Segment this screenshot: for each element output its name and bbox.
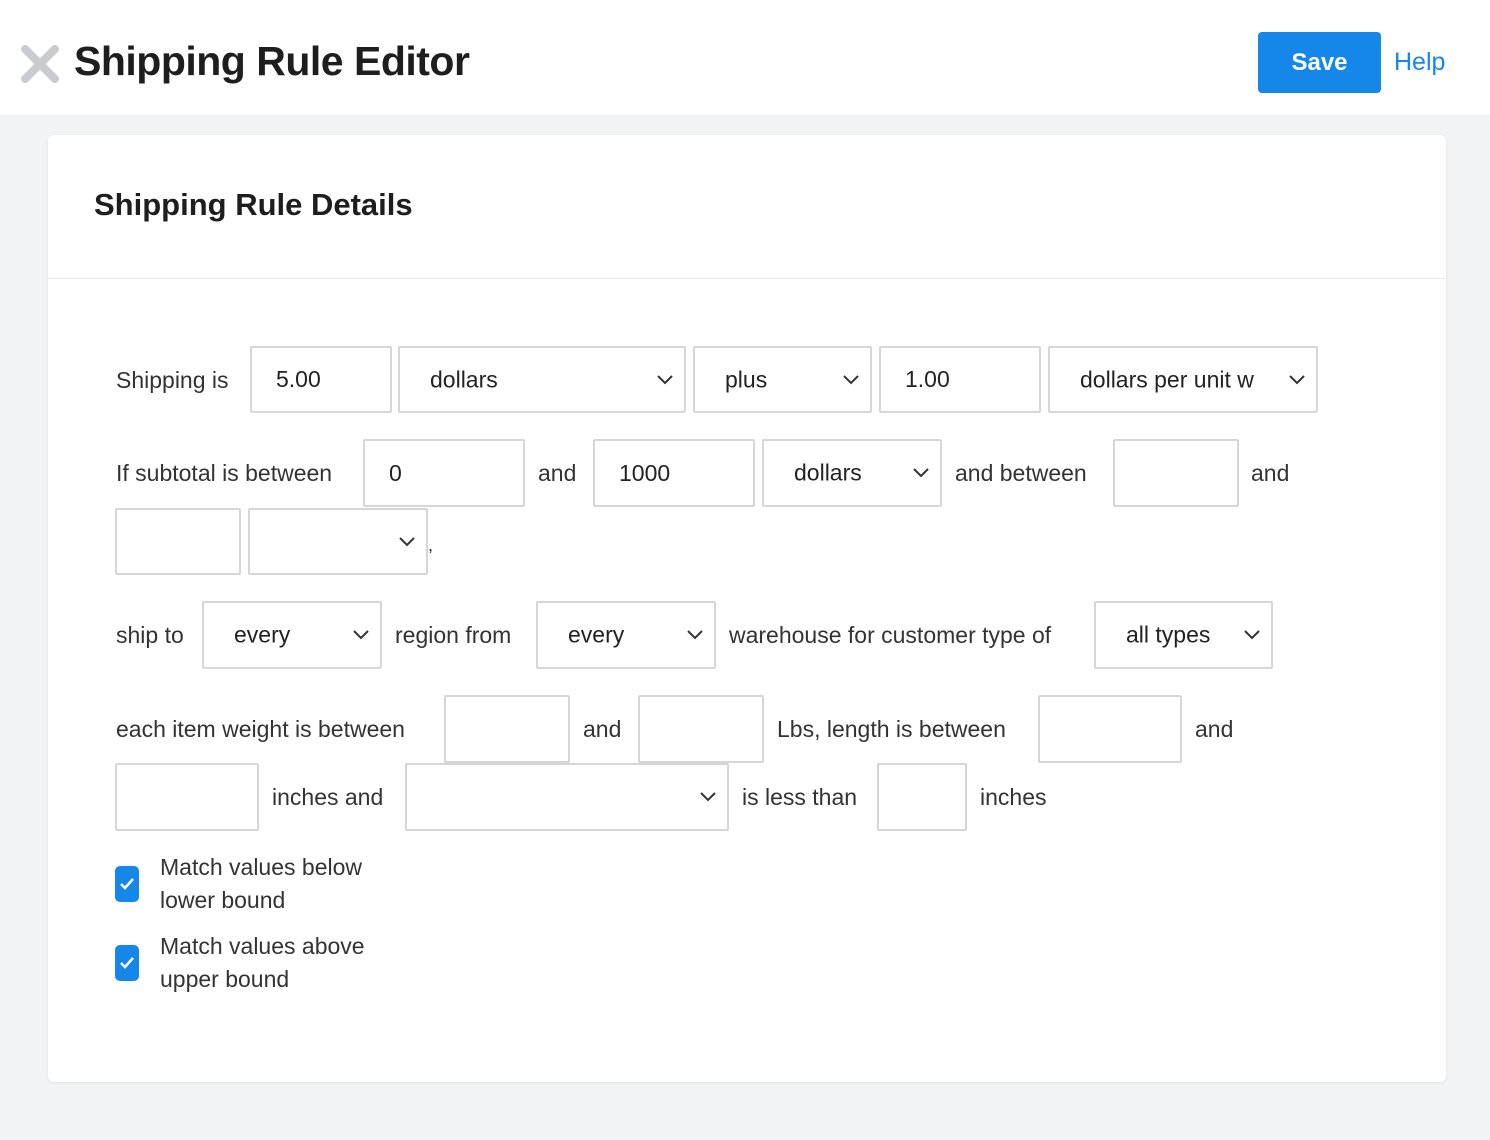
- region-value: every: [234, 621, 291, 648]
- weight-max-input[interactable]: [638, 695, 764, 763]
- length-min-input[interactable]: [1038, 695, 1182, 763]
- per-amount-input[interactable]: [879, 346, 1041, 413]
- per-unit-select[interactable]: dollars per unit w: [1048, 346, 1318, 413]
- region-from-label: region from: [395, 622, 512, 648]
- match-above-label: Match values above upper bound: [160, 933, 365, 992]
- chevron-down-icon: [843, 374, 859, 384]
- lbs-length-label: Lbs, length is between: [777, 716, 1006, 742]
- check-icon: [120, 957, 134, 969]
- subtotal-unit-value: dollars: [794, 459, 862, 486]
- ship-to-label: ship to: [116, 622, 184, 648]
- subtotal-unit-select[interactable]: dollars: [762, 439, 942, 507]
- chevron-down-icon: [700, 792, 716, 802]
- chevron-down-icon: [399, 536, 415, 546]
- per-unit-value: dollars per unit w: [1080, 366, 1254, 392]
- operator-select[interactable]: plus: [693, 346, 872, 413]
- base-amount-input[interactable]: [250, 346, 392, 413]
- warehouse-value: every: [568, 621, 625, 648]
- match-below-label: Match values below lower bound: [160, 854, 362, 913]
- length-max-input[interactable]: [115, 763, 259, 831]
- inches-and-label: inches and: [272, 784, 384, 810]
- header-bar: Shipping Rule Editor Save Help: [0, 0, 1490, 115]
- dimension-value-input[interactable]: [877, 763, 967, 831]
- if-subtotal-label: If subtotal is between: [116, 460, 333, 486]
- match-above-checkbox[interactable]: [115, 945, 139, 981]
- base-unit-value: dollars: [430, 366, 498, 392]
- chevron-down-icon: [657, 374, 673, 384]
- card-title: Shipping Rule Details: [94, 187, 413, 222]
- help-link[interactable]: Help: [1394, 48, 1445, 77]
- chevron-down-icon: [913, 468, 929, 478]
- comma-label: ,: [428, 535, 434, 555]
- inches-label: inches: [980, 784, 1047, 810]
- shipping-is-label: Shipping is: [116, 367, 229, 393]
- and-label: and: [538, 460, 577, 486]
- close-icon[interactable]: [20, 44, 60, 84]
- subtotal-max-input[interactable]: [593, 439, 755, 507]
- and-label: and: [1195, 716, 1234, 742]
- and-label: and: [1251, 460, 1290, 486]
- chevron-down-icon: [1244, 630, 1260, 640]
- subtotal-min-input[interactable]: [363, 439, 525, 507]
- weight-label: each item weight is between: [116, 716, 405, 742]
- region-select[interactable]: every: [202, 601, 382, 669]
- chevron-down-icon: [353, 630, 369, 640]
- and-between-label: and between: [955, 460, 1087, 486]
- chevron-down-icon: [1289, 374, 1305, 384]
- base-unit-select[interactable]: dollars: [398, 346, 686, 413]
- extra-min-input[interactable]: [1113, 439, 1239, 507]
- less-than-label: is less than: [742, 784, 858, 810]
- warehouse-for-label: warehouse for customer type of: [729, 622, 1052, 648]
- page-title: Shipping Rule Editor: [74, 38, 470, 84]
- warehouse-select[interactable]: every: [536, 601, 716, 669]
- save-button[interactable]: Save: [1258, 32, 1381, 93]
- dimension-select[interactable]: [405, 763, 729, 831]
- chevron-down-icon: [687, 630, 703, 640]
- extra-unit-select[interactable]: [248, 508, 428, 575]
- match-below-checkbox[interactable]: [115, 866, 139, 902]
- card-divider: [48, 278, 1446, 279]
- customer-type-select[interactable]: all types: [1094, 601, 1273, 669]
- customer-type-value: all types: [1126, 621, 1211, 648]
- weight-min-input[interactable]: [444, 695, 570, 763]
- extra-max-input[interactable]: [115, 508, 241, 575]
- rule-details-card: Shipping Rule Details Shipping is dollar…: [48, 135, 1446, 1082]
- and-label: and: [583, 716, 622, 742]
- operator-value: plus: [725, 366, 768, 392]
- check-icon: [120, 878, 134, 890]
